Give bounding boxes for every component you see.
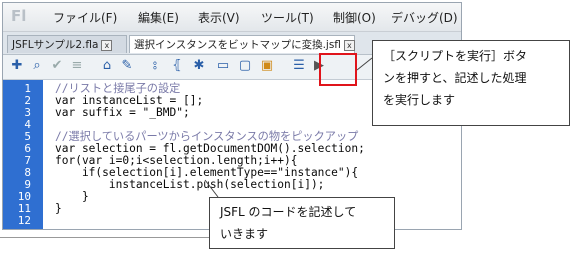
- code-hint-icon[interactable]: ⌂: [99, 58, 115, 74]
- menu-edit[interactable]: 編集(E): [138, 9, 179, 26]
- collapse-selection-icon[interactable]: ✱: [191, 58, 207, 74]
- tab-label: 選択インスタンスをビットマップに変換.jsfl: [134, 39, 341, 51]
- format-icon[interactable]: ≡: [69, 58, 85, 74]
- tab-jsfl[interactable]: 選択インスタンスをビットマップに変換.jsfl x: [129, 35, 355, 53]
- expand-icon[interactable]: ⦃: [169, 58, 185, 74]
- line-number-gutter: 1 2 3 4 5 6 7 8 9 10 11 12: [3, 80, 43, 229]
- check-syntax-icon[interactable]: ✔: [49, 58, 65, 74]
- options-icon[interactable]: ☰: [291, 58, 307, 74]
- callout-text-line: JSFL のコードを記述して: [220, 205, 357, 219]
- find-icon[interactable]: ⌕: [29, 58, 45, 74]
- tab-label: JSFLサンプル2.fla: [12, 39, 99, 51]
- code-line: }: [55, 202, 62, 215]
- menu-bar: Fl ファイル(F) 編集(E) 表示(V) ツール(T) 制御(O) デバッグ…: [3, 3, 461, 32]
- menu-debug[interactable]: デバッグ(D): [391, 9, 458, 26]
- flash-logo: Fl: [11, 7, 27, 25]
- close-icon[interactable]: x: [101, 39, 113, 51]
- close-icon[interactable]: x: [343, 39, 355, 51]
- comment-icon[interactable]: ▭: [215, 58, 231, 74]
- add-script-icon[interactable]: ✚: [9, 58, 25, 74]
- menu-tools[interactable]: ツール(T): [261, 9, 314, 26]
- code-line: var suffix = "_BMD";: [55, 106, 190, 119]
- collapse-icon[interactable]: ⦂: [147, 58, 163, 74]
- comment-block-icon[interactable]: ▢: [237, 58, 253, 74]
- callout-text-line: を実行します: [383, 93, 456, 107]
- callout-text-line: ［スクリプトを実行］ボタ: [383, 49, 528, 63]
- menu-view[interactable]: 表示(V): [198, 9, 240, 26]
- write-code-callout: JSFL のコードを記述して いきます: [209, 197, 395, 249]
- code-line: instanceList.push(selection[i]);: [55, 178, 325, 191]
- line-number: 12: [17, 214, 31, 227]
- run-script-callout: ［スクリプトを実行］ボタ ンを押すと、記述した処理 を実行します: [372, 40, 570, 126]
- callout-text-line: いきます: [220, 227, 269, 241]
- debug-icon[interactable]: ✎: [119, 58, 135, 74]
- menu-control[interactable]: 制御(O): [333, 9, 376, 26]
- uncomment-icon[interactable]: ▣: [259, 58, 275, 74]
- callout-text-line: ンを押すと、記述した処理: [383, 71, 527, 85]
- run-button-highlight: [319, 53, 357, 86]
- menu-file[interactable]: ファイル(F): [53, 9, 117, 26]
- tab-fla[interactable]: JSFLサンプル2.fla x: [7, 35, 127, 53]
